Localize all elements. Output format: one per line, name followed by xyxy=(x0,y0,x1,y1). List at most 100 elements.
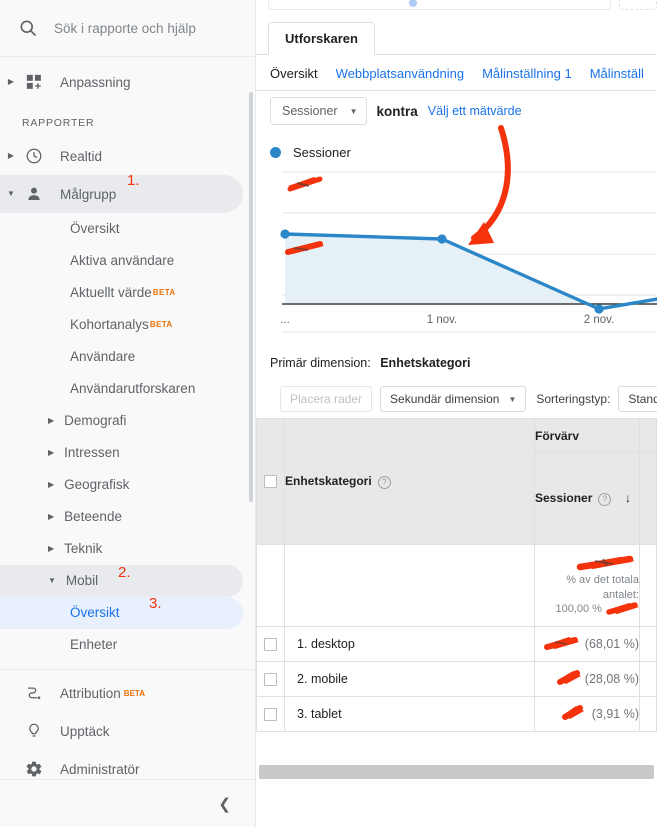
sidebar-item-customization[interactable]: ▶ Anpassning xyxy=(0,63,255,101)
secondary-dimension-button[interactable]: Sekundär dimension ▼ xyxy=(380,386,527,412)
sidebar-scrollbar[interactable] xyxy=(249,92,253,502)
help-icon[interactable]: ? xyxy=(598,492,612,506)
row-index: 2. xyxy=(297,672,308,686)
chevron-down-icon: ▼ xyxy=(349,106,358,116)
chevron-right-icon: ▶ xyxy=(48,448,55,458)
sidebar-item-mobile-overview[interactable]: Översikt xyxy=(0,597,243,629)
select-all-cell xyxy=(256,418,285,545)
chevron-left-icon[interactable]: ❮ xyxy=(218,795,231,813)
row-checkbox[interactable] xyxy=(264,637,277,651)
table-horizontal-scrollbar[interactable] xyxy=(259,765,654,779)
data-table: Enhetskategori? Förvärv Sessioner? ↓ % a… xyxy=(256,418,657,732)
table-control-bar: Placera rader Sekundär dimension ▼ Sorte… xyxy=(256,385,657,413)
sidebar-item-behavior[interactable]: ▶ Beteende xyxy=(0,501,255,533)
sidebar-sub-label: Intressen xyxy=(64,444,120,460)
versus-label: kontra xyxy=(376,103,418,119)
sidebar-item-mobile-devices[interactable]: Enheter xyxy=(0,629,255,661)
table-row[interactable]: 1. desktop (68,01 %) xyxy=(256,626,657,662)
sort-desc-icon[interactable]: ↓ xyxy=(625,491,631,505)
chevron-right-icon: ▶ xyxy=(48,480,55,490)
metric-select-sessions[interactable]: Sessioner ▼ xyxy=(270,97,367,125)
chevron-down-icon: ▼ xyxy=(7,189,15,198)
search-input[interactable] xyxy=(54,20,234,36)
help-icon[interactable]: ? xyxy=(377,475,391,489)
tab-explorer[interactable]: Utforskaren xyxy=(268,22,375,55)
place-rows-button[interactable]: Placera rader xyxy=(280,386,373,412)
sidebar-search-row[interactable] xyxy=(0,0,255,56)
sort-type-select[interactable]: Standard ▼ xyxy=(618,386,657,412)
sidebar-divider xyxy=(0,56,255,57)
select-metric-link[interactable]: Välj ett mätvärde xyxy=(428,104,522,118)
beta-badge: BETA xyxy=(149,320,173,330)
row-percent: (68,01 %) xyxy=(584,637,639,651)
table-horizontal-scrollbar-thumb[interactable] xyxy=(259,765,654,779)
sidebar-item-users[interactable]: Användare xyxy=(0,341,255,373)
chevron-right-icon: ▶ xyxy=(48,544,55,554)
svg-text:...: ... xyxy=(280,314,290,326)
customization-icon xyxy=(22,74,46,91)
subtab-goal-set-1[interactable]: Målinställning 1 xyxy=(482,66,572,81)
row-checkbox[interactable] xyxy=(264,707,277,721)
lightbulb-icon xyxy=(22,722,46,740)
row-checkbox-cell xyxy=(256,696,285,732)
sub-tab-bar: Översikt Webbplatsanvändning Målinställn… xyxy=(256,56,657,91)
sidebar-item-technology[interactable]: ▶ Teknik xyxy=(0,533,255,565)
sidebar-sub-label: Beteende xyxy=(64,508,122,524)
sidebar-item-lifetime-value[interactable]: Aktuellt värde BETA xyxy=(0,277,255,309)
sidebar-item-cohort-analysis[interactable]: Kohortanalys BETA xyxy=(0,309,255,341)
total-checkbox-cell xyxy=(256,544,285,627)
sidebar-item-active-users[interactable]: Aktiva användare xyxy=(0,245,255,277)
primary-dimension-value[interactable]: Enhetskategori xyxy=(380,356,470,370)
sidebar-sub-label: Översikt xyxy=(70,220,120,236)
sidebar-divider-2 xyxy=(0,669,255,670)
sidebar-item-realtime[interactable]: ▶ Realtid xyxy=(0,137,255,175)
sidebar-sub-label: Aktiva användare xyxy=(70,252,175,268)
sessions-chart[interactable]: ... 1 nov. 2 nov. xyxy=(256,168,657,333)
analytics-app: ▶ Anpassning RAPPORTER ▶ Realtid xyxy=(0,0,657,827)
sidebar-item-audience-overview[interactable]: Översikt xyxy=(0,213,255,245)
row-name[interactable]: mobile xyxy=(311,672,348,686)
redacted-value xyxy=(556,669,583,686)
subtab-goal-set-2[interactable]: Målinställ xyxy=(590,66,644,81)
row-checkbox[interactable] xyxy=(264,672,277,686)
sidebar-item-discover[interactable]: Upptäck xyxy=(0,712,255,750)
subtab-overview[interactable]: Översikt xyxy=(270,66,318,81)
row-dimension-cell: 1. desktop xyxy=(284,626,535,662)
sidebar-scrollbar-thumb[interactable] xyxy=(249,92,253,502)
clock-icon xyxy=(22,147,46,165)
redacted-total-value xyxy=(576,555,635,570)
search-icon xyxy=(18,18,38,38)
dimension-header-cell[interactable]: Enhetskategori? xyxy=(284,418,535,545)
gear-icon xyxy=(22,760,46,778)
select-all-checkbox[interactable] xyxy=(264,475,277,488)
sidebar-item-user-explorer[interactable]: Användarutforskaren xyxy=(0,373,255,405)
svg-text:1 nov.: 1 nov. xyxy=(427,314,457,326)
chevron-right-icon: ▶ xyxy=(48,512,55,522)
primary-dimension-row: Primär dimension: Enhetskategori xyxy=(270,356,471,370)
sessions-header-cell[interactable]: Sessioner? ↓ xyxy=(534,452,640,545)
row-checkbox-cell xyxy=(256,661,285,697)
sidebar-item-mobile[interactable]: ▼ Mobil xyxy=(0,565,243,597)
sidebar-item-demographics[interactable]: ▶ Demografi xyxy=(0,405,255,437)
table-row[interactable]: 2. mobile (28,08 %) xyxy=(256,661,657,697)
top-search-box[interactable] xyxy=(268,0,611,10)
sort-type-label: Sorteringstyp: xyxy=(536,392,611,406)
row-index: 3. xyxy=(297,707,308,721)
row-index: 1. xyxy=(297,637,308,651)
sidebar-item-attribution[interactable]: Attribution BETA xyxy=(0,674,255,712)
sidebar-sub-label: Översikt xyxy=(70,604,120,620)
sidebar-sub-label: Aktuellt värde xyxy=(70,284,152,300)
row-sessions-cell: (68,01 %) xyxy=(534,626,640,662)
sidebar-item-interests[interactable]: ▶ Intressen xyxy=(0,437,255,469)
row-name[interactable]: desktop xyxy=(311,637,355,651)
table-row[interactable]: 3. tablet (3,91 %) xyxy=(256,696,657,732)
row-name[interactable]: tablet xyxy=(311,707,342,721)
beta-badge: BETA xyxy=(123,688,145,698)
sidebar-item-geo[interactable]: ▶ Geografisk xyxy=(0,469,255,501)
sidebar-item-label-attribution: Attribution xyxy=(60,685,121,701)
tab-strip: Utforskaren xyxy=(256,22,657,55)
chart-point xyxy=(437,234,447,244)
top-secondary-box[interactable] xyxy=(619,0,657,10)
sidebar-item-audience[interactable]: ▼ Målgrupp xyxy=(0,175,243,213)
subtab-site-usage[interactable]: Webbplatsanvändning xyxy=(336,66,464,81)
